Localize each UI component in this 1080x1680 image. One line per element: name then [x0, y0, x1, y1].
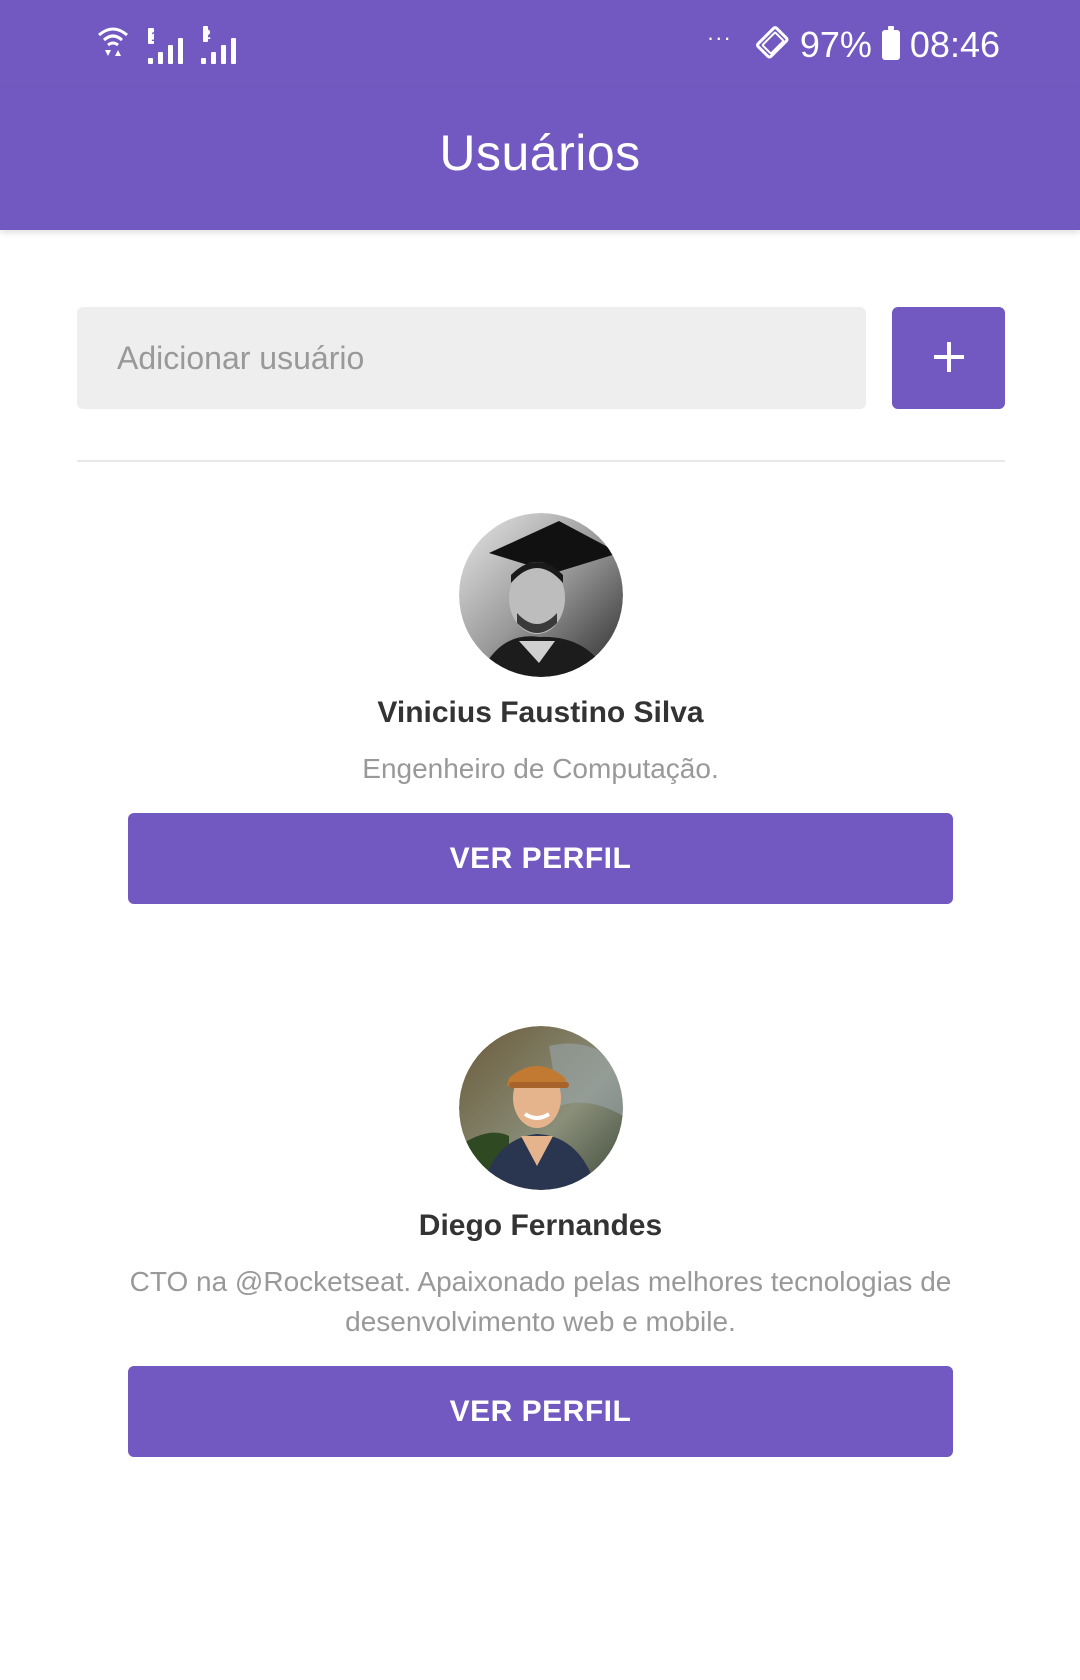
- plus-icon: [932, 340, 966, 377]
- add-user-input[interactable]: [77, 307, 866, 409]
- battery-percent: 97%: [799, 24, 872, 65]
- avatar: [458, 1026, 623, 1190]
- add-user-form: [77, 307, 1005, 409]
- view-profile-button[interactable]: VER PERFIL: [128, 1366, 953, 1457]
- user-card: Diego Fernandes CTO na @Rocketseat. Apai…: [128, 1026, 953, 1457]
- view-profile-button[interactable]: VER PERFIL: [128, 813, 953, 904]
- app-bar: Usuários: [0, 88, 1080, 230]
- status-bar: 1 2 ··· 97% 08:46: [0, 0, 1080, 88]
- sim2-badge: 2: [203, 26, 211, 42]
- user-bio: Engenheiro de Computação.: [362, 753, 719, 784]
- signal-sim1-icon: 1: [148, 28, 183, 64]
- user-name: Diego Fernandes: [418, 1209, 663, 1242]
- status-bar-left: 1 2: [96, 20, 236, 64]
- user-card: Vinicius Faustino Silva Engenheiro de Co…: [128, 513, 953, 904]
- divider: [77, 460, 1005, 462]
- status-bar-right: ··· 97% 08:46: [707, 20, 1000, 70]
- user-name: Vinicius Faustino Silva: [377, 696, 704, 729]
- more-dots-icon: ···: [706, 25, 732, 50]
- signal-sim2-icon: 2: [201, 26, 236, 64]
- auto-rotate-icon: [754, 24, 792, 67]
- add-user-button[interactable]: [892, 307, 1005, 409]
- battery-icon: [881, 26, 900, 60]
- sim1-badge: 1: [148, 28, 159, 44]
- clock: 08:46: [909, 24, 1000, 65]
- page-title: Usuários: [439, 125, 641, 181]
- avatar: [458, 513, 623, 677]
- wifi-icon: [96, 23, 130, 64]
- user-bio: CTO na @Rocketseat. Apaixonado pelas mel…: [129, 1266, 952, 1337]
